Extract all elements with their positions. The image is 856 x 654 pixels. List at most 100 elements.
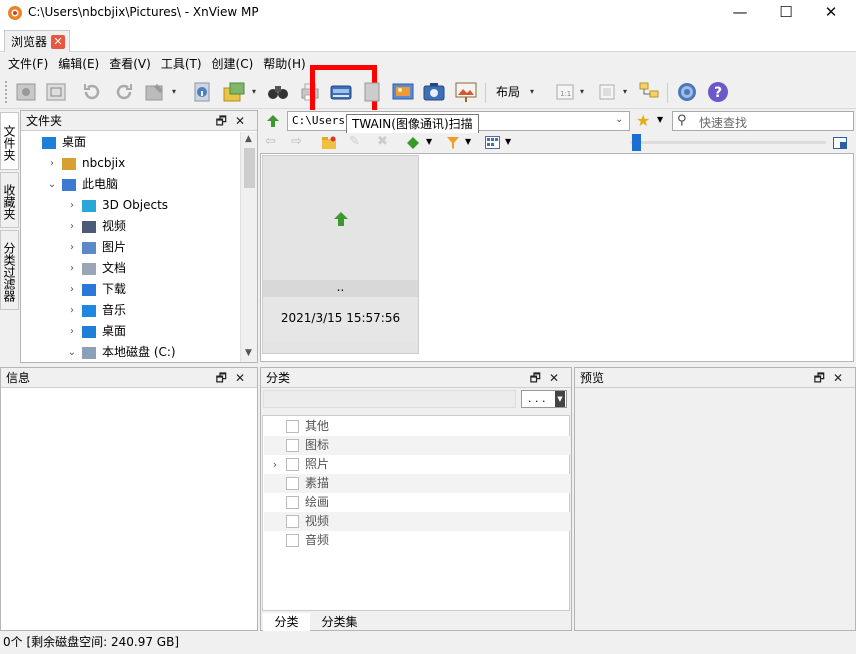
rotate-left-icon[interactable] (80, 80, 104, 104)
folder-tree-scrollbar[interactable]: ▲ ▼ (240, 132, 257, 362)
folder-tree-item[interactable]: › 音乐 (65, 300, 126, 321)
category-item[interactable]: 其他 (264, 417, 570, 436)
close-window-button[interactable]: ✕ (808, 0, 854, 27)
favorite-star-icon[interactable]: ★ (636, 111, 650, 130)
find-icon[interactable] (266, 80, 290, 104)
tab-categories[interactable]: 分类 (263, 613, 310, 631)
expand-chevron-icon[interactable]: › (65, 237, 79, 258)
tab-category-sets[interactable]: 分类集 (312, 613, 367, 631)
menu-edit[interactable]: 编辑(E) (53, 53, 104, 75)
filter-dropdown-icon[interactable]: ▼ (465, 137, 471, 146)
folder-tree-item[interactable]: › 文档 (65, 258, 126, 279)
rename-icon[interactable]: ✎ (349, 134, 360, 149)
new-folder-icon[interactable] (322, 136, 336, 149)
fullscreen-icon[interactable] (44, 80, 68, 104)
scroll-thumb[interactable] (244, 148, 255, 188)
expand-chevron-icon[interactable]: › (65, 321, 79, 342)
folder-tree-item[interactable]: › 桌面 (65, 321, 126, 342)
folder-tree-item[interactable]: ⌄ 此电脑 (45, 174, 118, 195)
minimize-button[interactable]: — (717, 0, 763, 27)
category-item[interactable]: 视频 (264, 512, 570, 531)
thumb-size-slider-handle[interactable] (632, 134, 641, 151)
menu-help[interactable]: 帮助(H) (258, 53, 310, 75)
expand-chevron-icon[interactable]: › (65, 279, 79, 300)
folder-tree-item[interactable]: › 3D Objects (65, 195, 168, 216)
tab-close-button[interactable]: ✕ (51, 34, 66, 49)
category-checkbox[interactable] (286, 515, 299, 528)
folder-tree-item[interactable]: › 下载 (65, 279, 126, 300)
menu-file[interactable]: 文件(F) (3, 53, 53, 75)
thumb-size-slider-track[interactable] (630, 141, 826, 144)
float-pane-icon[interactable]: 🗗 (530, 371, 549, 385)
capture-icon[interactable] (360, 80, 384, 104)
close-pane-icon[interactable]: ✕ (235, 371, 253, 385)
help-icon[interactable]: ? (706, 80, 730, 104)
category-checkbox[interactable] (286, 477, 299, 490)
scroll-down-icon[interactable]: ▼ (245, 348, 252, 358)
folder-tree-item[interactable]: › nbcbjix (45, 153, 125, 174)
forward-arrow-icon[interactable]: ⇨ (291, 134, 302, 149)
maximize-button[interactable]: ☐ (763, 0, 809, 27)
folder-tree-item[interactable]: ⌄ 本地磁盘 (C:) (65, 342, 176, 362)
settings-gear-icon[interactable] (675, 80, 699, 104)
category-checkbox[interactable] (286, 496, 299, 509)
filter-icon[interactable] (446, 136, 460, 150)
slideshow-icon[interactable] (14, 80, 38, 104)
category-checkbox[interactable] (286, 439, 299, 452)
zoom-icon[interactable]: 1:1 (553, 80, 577, 104)
thumbnail-parent-folder[interactable]: .. 2021/3/15 15:57:56 (262, 155, 419, 354)
path-dropdown-icon[interactable]: ⌄ (615, 114, 623, 125)
scroll-up-icon[interactable]: ▲ (245, 134, 252, 144)
category-item[interactable]: › 照片 (264, 455, 570, 474)
vtab-category-filter[interactable]: 分类过滤器 (0, 230, 19, 310)
category-search-input[interactable] (263, 390, 516, 408)
sort-icon[interactable] (406, 136, 420, 150)
folder-tree-item[interactable]: › 视频 (65, 216, 126, 237)
camera-icon[interactable] (422, 80, 446, 104)
back-arrow-icon[interactable]: ⇦ (265, 134, 276, 149)
layout-button[interactable]: 布局 (496, 83, 520, 100)
category-item[interactable]: 素描 (264, 474, 570, 493)
view-dropdown-icon[interactable]: ▾ (623, 83, 631, 101)
view-dropdown-icon[interactable]: ▼ (505, 137, 511, 146)
go-up-icon[interactable] (265, 113, 281, 129)
sort-dropdown-icon[interactable]: ▼ (426, 137, 432, 146)
wallpaper-icon[interactable] (391, 80, 415, 104)
properties-icon[interactable] (190, 80, 214, 104)
rotate-right-icon[interactable] (112, 80, 136, 104)
twain-scan-icon[interactable] (329, 80, 353, 104)
category-item[interactable]: 绘画 (264, 493, 570, 512)
panel-toggle-icon[interactable] (833, 137, 847, 149)
close-pane-icon[interactable]: ✕ (549, 371, 567, 385)
delete-icon[interactable]: ✖ (377, 134, 388, 149)
float-pane-icon[interactable]: 🗗 (216, 114, 235, 128)
menu-view[interactable]: 查看(V) (104, 53, 156, 75)
category-checkbox[interactable] (286, 420, 299, 433)
close-pane-icon[interactable]: ✕ (833, 371, 851, 385)
vtab-folders[interactable]: 文件夹 (0, 112, 19, 170)
tab-browser[interactable]: 浏览器 ✕ (4, 30, 71, 52)
expand-chevron-icon[interactable]: › (45, 153, 59, 174)
float-pane-icon[interactable]: 🗗 (216, 371, 235, 385)
expand-chevron-icon[interactable]: ⌄ (45, 174, 59, 195)
close-pane-icon[interactable]: ✕ (235, 114, 253, 128)
category-item[interactable]: 音频 (264, 531, 570, 550)
category-dropdown[interactable]: . . . ▼ (521, 390, 567, 408)
vtab-favorites[interactable]: 收藏夹 (0, 172, 19, 228)
folder-tree-item[interactable]: 桌面 (25, 132, 86, 153)
expand-chevron-icon[interactable]: › (65, 258, 79, 279)
menu-create[interactable]: 创建(C) (207, 53, 259, 75)
view-mode-icon[interactable] (595, 80, 619, 104)
float-pane-icon[interactable]: 🗗 (814, 371, 833, 385)
expand-chevron-icon[interactable]: › (264, 455, 286, 474)
favorite-dropdown-icon[interactable]: ▼ (657, 115, 663, 124)
edit-image-icon[interactable] (143, 80, 167, 104)
thumbnail-view-icon[interactable] (485, 136, 500, 149)
zoom-dropdown-icon[interactable]: ▾ (580, 83, 588, 101)
category-checkbox[interactable] (286, 458, 299, 471)
expand-chevron-icon[interactable]: › (65, 300, 79, 321)
edit-dropdown-icon[interactable]: ▾ (172, 83, 180, 101)
convert-dropdown-icon[interactable]: ▾ (252, 83, 260, 101)
expand-chevron-icon[interactable]: ⌄ (65, 342, 79, 362)
category-item[interactable]: 图标 (264, 436, 570, 455)
